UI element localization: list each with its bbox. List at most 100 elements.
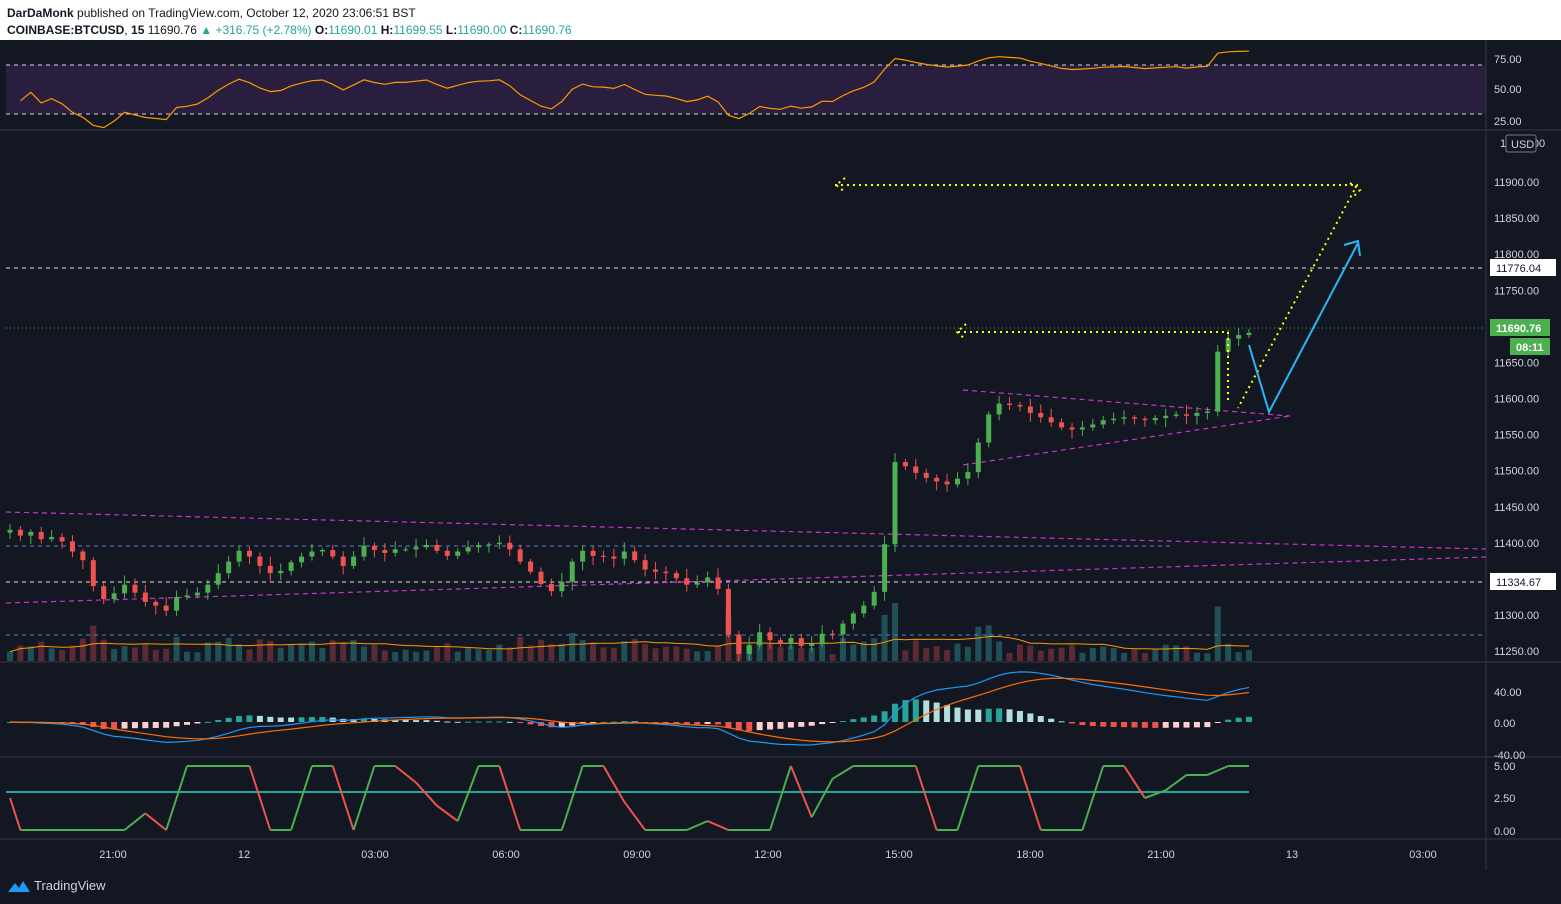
candle-body[interactable] bbox=[705, 577, 711, 583]
candle-body[interactable] bbox=[423, 544, 429, 548]
candle-body[interactable] bbox=[746, 645, 752, 654]
candle-body[interactable] bbox=[309, 551, 315, 557]
candle-body[interactable] bbox=[476, 544, 482, 548]
candle-body[interactable] bbox=[830, 633, 836, 635]
candle-body[interactable] bbox=[236, 550, 242, 562]
candle-body[interactable] bbox=[69, 541, 75, 552]
candle-body[interactable] bbox=[642, 560, 648, 570]
candle-body[interactable] bbox=[1121, 417, 1127, 419]
candle-body[interactable] bbox=[278, 570, 284, 574]
candle-body[interactable] bbox=[923, 472, 929, 478]
candle-body[interactable] bbox=[371, 545, 377, 551]
candle-body[interactable] bbox=[986, 414, 992, 443]
candle-body[interactable] bbox=[517, 549, 523, 562]
candle-body[interactable] bbox=[507, 542, 513, 550]
candle-body[interactable] bbox=[299, 556, 305, 563]
candle-body[interactable] bbox=[184, 595, 190, 597]
candle-body[interactable] bbox=[486, 544, 492, 546]
candle-body[interactable] bbox=[580, 550, 586, 562]
candle-body[interactable] bbox=[1131, 417, 1137, 419]
candle-body[interactable] bbox=[934, 477, 940, 482]
candle-body[interactable] bbox=[101, 586, 107, 600]
candle-body[interactable] bbox=[153, 601, 159, 606]
candle-body[interactable] bbox=[913, 466, 919, 473]
candle-body[interactable] bbox=[205, 584, 211, 593]
candle-body[interactable] bbox=[850, 613, 856, 624]
candle-body[interactable] bbox=[996, 403, 1002, 415]
candle-body[interactable] bbox=[28, 532, 34, 536]
candle-body[interactable] bbox=[569, 561, 575, 582]
candle-body[interactable] bbox=[757, 632, 763, 646]
candle-body[interactable] bbox=[653, 569, 659, 572]
candle-body[interactable] bbox=[382, 550, 388, 553]
candle-body[interactable] bbox=[1142, 418, 1148, 421]
candle-body[interactable] bbox=[725, 589, 731, 635]
candle-body[interactable] bbox=[944, 481, 950, 485]
candle-body[interactable] bbox=[861, 605, 867, 614]
candle-body[interactable] bbox=[663, 571, 669, 574]
candle-body[interactable] bbox=[1236, 335, 1242, 339]
interval[interactable]: 15 bbox=[131, 23, 144, 37]
candle-body[interactable] bbox=[17, 529, 23, 536]
candle-body[interactable] bbox=[965, 472, 971, 479]
tradingview-logo-icon[interactable] bbox=[7, 878, 31, 894]
candle-body[interactable] bbox=[684, 578, 690, 585]
candle-body[interactable] bbox=[809, 643, 815, 646]
candle-body[interactable] bbox=[434, 544, 440, 551]
tradingview-brand[interactable]: TradingView bbox=[34, 878, 106, 893]
chart-canvas[interactable]: 75.00 50.00 25.00 11900.0011850.0011800.… bbox=[0, 40, 1561, 870]
candle-body[interactable] bbox=[142, 592, 148, 602]
candle-body[interactable] bbox=[1163, 415, 1169, 419]
candle-body[interactable] bbox=[1111, 418, 1117, 421]
candle-body[interactable] bbox=[194, 592, 200, 596]
candle-body[interactable] bbox=[1152, 418, 1158, 421]
candle-body[interactable] bbox=[715, 577, 721, 590]
symbol-name[interactable]: COINBASE:BTCUSD bbox=[7, 23, 124, 37]
candle-body[interactable] bbox=[444, 550, 450, 556]
candle-body[interactable] bbox=[1069, 427, 1075, 430]
candle-body[interactable] bbox=[246, 550, 252, 557]
candle-body[interactable] bbox=[361, 545, 367, 557]
candle-body[interactable] bbox=[600, 555, 606, 557]
candle-body[interactable] bbox=[330, 550, 336, 557]
candle-body[interactable] bbox=[288, 562, 294, 571]
candle-body[interactable] bbox=[319, 550, 325, 552]
candle-body[interactable] bbox=[892, 462, 898, 545]
candle-body[interactable] bbox=[132, 584, 138, 593]
candle-body[interactable] bbox=[611, 556, 617, 559]
candle-body[interactable] bbox=[975, 442, 981, 473]
candle-body[interactable] bbox=[1017, 405, 1023, 407]
candle-body[interactable] bbox=[538, 571, 544, 584]
candle-body[interactable] bbox=[788, 638, 794, 644]
candle-body[interactable] bbox=[1204, 411, 1210, 413]
candle-body[interactable] bbox=[673, 573, 679, 579]
candle-body[interactable] bbox=[1079, 427, 1085, 430]
candle-body[interactable] bbox=[1173, 414, 1179, 416]
candle-body[interactable] bbox=[59, 537, 65, 542]
candle-body[interactable] bbox=[1038, 412, 1044, 418]
candle-body[interactable] bbox=[392, 549, 398, 553]
candle-body[interactable] bbox=[819, 633, 825, 644]
candle-body[interactable] bbox=[798, 638, 804, 646]
candle-body[interactable] bbox=[465, 547, 471, 552]
candle-body[interactable] bbox=[777, 640, 783, 644]
candle-body[interactable] bbox=[528, 561, 534, 572]
candle-body[interactable] bbox=[1027, 406, 1033, 413]
candle-body[interactable] bbox=[621, 551, 627, 559]
candle-body[interactable] bbox=[403, 549, 409, 551]
candle-body[interactable] bbox=[80, 551, 86, 561]
candle-body[interactable] bbox=[163, 605, 169, 611]
candle-body[interactable] bbox=[49, 537, 55, 540]
candle-body[interactable] bbox=[1059, 422, 1065, 428]
candle-body[interactable] bbox=[413, 547, 419, 550]
candle-body[interactable] bbox=[559, 581, 565, 592]
candle-body[interactable] bbox=[632, 551, 638, 561]
candle-body[interactable] bbox=[90, 560, 96, 587]
candle-body[interactable] bbox=[1184, 414, 1190, 416]
candle-body[interactable] bbox=[1090, 424, 1096, 428]
candle-body[interactable] bbox=[767, 632, 773, 641]
candle-body[interactable] bbox=[1100, 420, 1106, 425]
candle-body[interactable] bbox=[351, 556, 357, 566]
candle-body[interactable] bbox=[1194, 412, 1200, 416]
candle-body[interactable] bbox=[1048, 417, 1054, 423]
